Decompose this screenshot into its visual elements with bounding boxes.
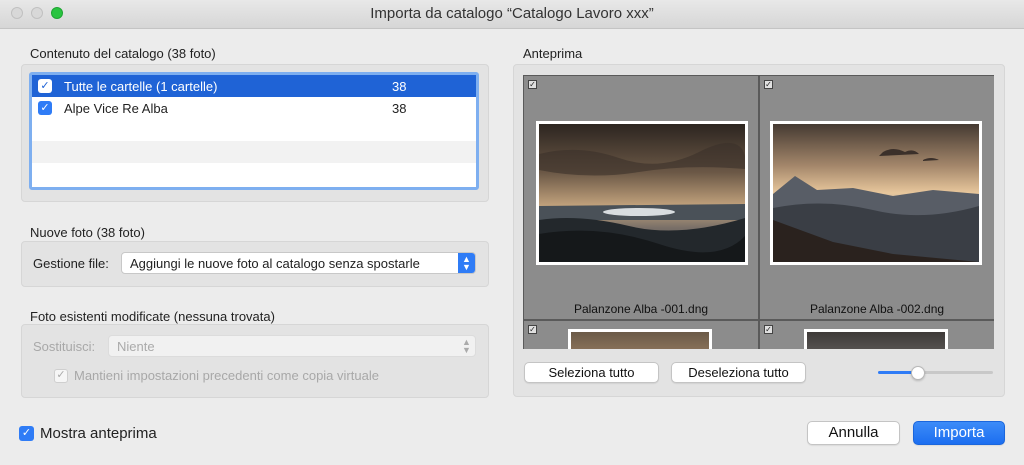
chevron-updown-icon: ▲ ▼ <box>462 337 471 355</box>
cancel-button[interactable]: Annulla <box>807 421 900 445</box>
slider-track <box>918 371 993 374</box>
checkmark-icon[interactable]: ✓ <box>764 325 773 334</box>
checkmark-icon[interactable]: ✓ <box>528 325 537 334</box>
checkmark-icon[interactable]: ✓ <box>19 426 34 441</box>
empty-row <box>32 119 476 141</box>
window-titlebar: Importa da catalogo “Catalogo Lavoro xxx… <box>0 0 1024 29</box>
photo-thumbnail <box>770 121 982 265</box>
slider-knob[interactable] <box>911 366 925 380</box>
folder-row-all[interactable]: ✓ Tutte le cartelle (1 cartelle) 38 <box>32 75 476 97</box>
photo-thumbnail <box>804 329 948 349</box>
preview-cell[interactable]: ✓ <box>523 320 759 349</box>
folder-row-count: 38 <box>392 100 407 116</box>
checkmark-icon[interactable]: ✓ <box>38 79 52 93</box>
folder-row-label: Tutte le cartelle (1 cartelle) <box>64 78 218 94</box>
thumbnail-size-slider[interactable] <box>878 366 993 380</box>
modified-photos-label: Foto esistenti modificate (nessuna trova… <box>30 309 275 324</box>
empty-row <box>32 141 476 163</box>
checkmark-icon[interactable]: ✓ <box>528 80 537 89</box>
preview-filename: Palanzone Alba -002.dng <box>809 302 945 316</box>
landscape-photo <box>773 124 979 262</box>
folder-row-alpe-vice-re-alba[interactable]: ✓ Alpe Vice Re Alba 38 <box>32 97 476 119</box>
new-photos-label: Nuove foto (38 foto) <box>30 225 145 240</box>
file-management-label: Gestione file: <box>33 256 109 271</box>
checkmark-icon[interactable]: ✓ <box>54 368 68 383</box>
checkmark-icon[interactable]: ✓ <box>764 80 773 89</box>
show-preview-option[interactable]: ✓ Mostra anteprima <box>19 425 157 442</box>
catalog-content-label: Contenuto del catalogo (38 foto) <box>30 46 216 61</box>
photo-thumbnail <box>536 121 748 265</box>
preview-cell[interactable]: ✓ Palanzone A <box>759 75 994 320</box>
checkmark-icon[interactable]: ✓ <box>38 101 52 115</box>
chevron-updown-icon: ▲ ▼ <box>458 253 475 273</box>
empty-row <box>32 163 476 185</box>
landscape-photo <box>539 124 745 262</box>
preview-label: Anteprima <box>523 46 583 61</box>
file-management-value: Aggiungi le nuove foto al catalogo senza… <box>130 256 420 271</box>
folder-row-label: Alpe Vice Re Alba <box>64 100 168 116</box>
replace-select[interactable]: Niente ▲ ▼ <box>108 335 476 357</box>
import-button[interactable]: Importa <box>913 421 1005 445</box>
window-title: Importa da catalogo “Catalogo Lavoro xxx… <box>370 5 654 22</box>
replace-value: Niente <box>117 339 155 354</box>
photo-thumbnail <box>568 329 712 349</box>
show-preview-label: Mostra anteprima <box>40 425 157 442</box>
replace-label: Sostituisci: <box>33 339 96 354</box>
preview-cell[interactable]: ✓ <box>759 320 994 349</box>
preview-grid[interactable]: ✓ Palanzone Alba -001.dng ✓ Palanzone Al… <box>523 75 994 349</box>
folder-row-count: 38 <box>392 78 407 94</box>
select-all-button[interactable]: Seleziona tutto <box>524 362 659 383</box>
preview-cell[interactable]: ✓ Palanzone A <box>523 75 759 320</box>
folder-list[interactable]: ✓ Tutte le cartelle (1 cartelle) 38 ✓ Al… <box>29 72 479 190</box>
keep-settings-label: Mantieni impostazioni precedenti come co… <box>74 368 379 383</box>
file-management-select[interactable]: Aggiungi le nuove foto al catalogo senza… <box>121 252 476 274</box>
deselect-all-button[interactable]: Deseleziona tutto <box>671 362 806 383</box>
keep-settings-option[interactable]: ✓ Mantieni impostazioni precedenti come … <box>54 368 379 383</box>
preview-filename: Palanzone Alba -001.dng <box>573 302 709 316</box>
